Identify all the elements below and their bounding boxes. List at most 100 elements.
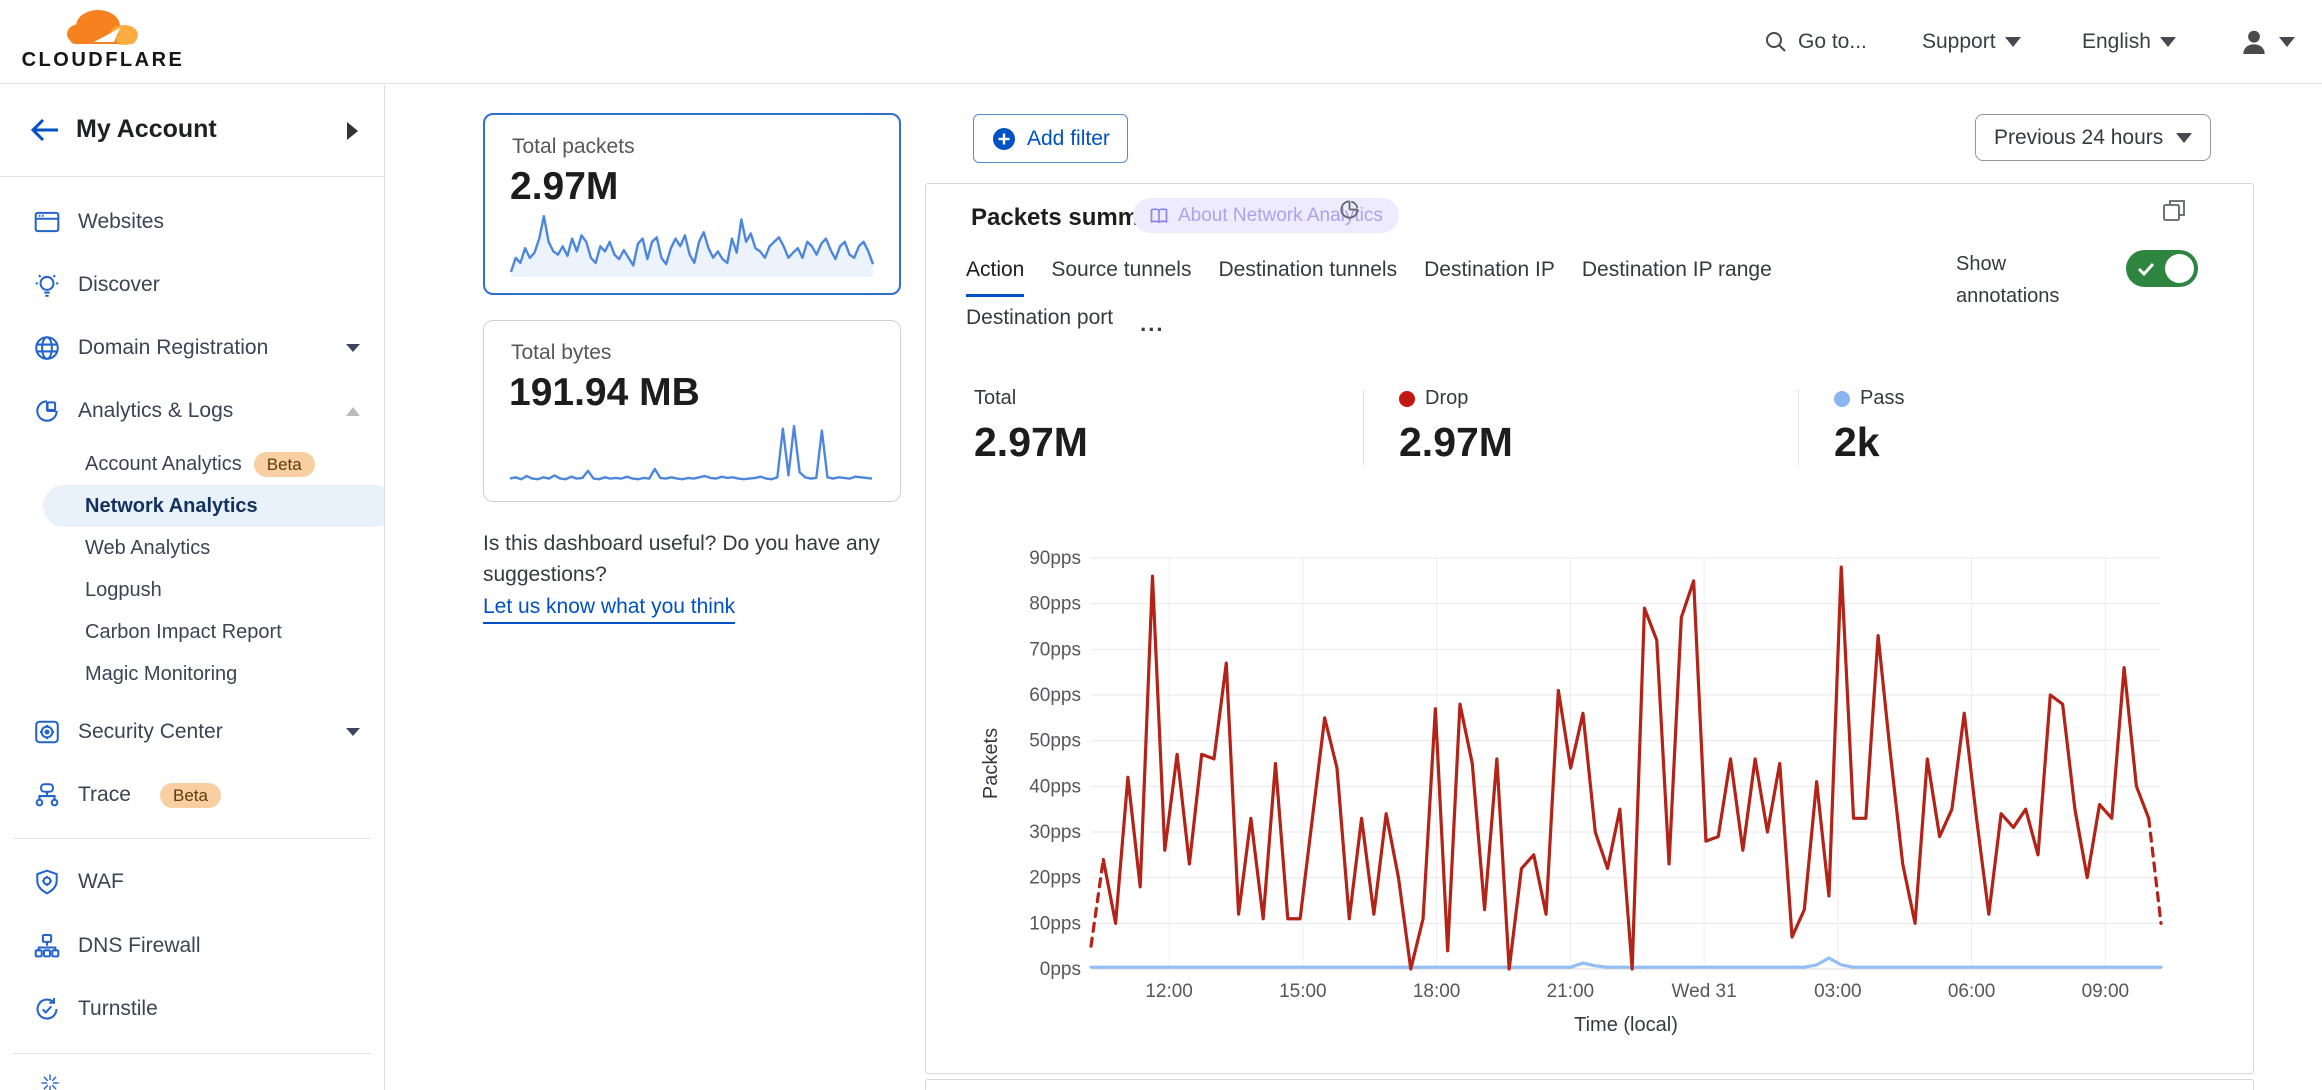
- browser-window-icon: [33, 208, 61, 236]
- packets-time-series-chart[interactable]: 0pps10pps20pps30pps40pps50pps60pps70pps8…: [951, 541, 2201, 1041]
- starburst-icon[interactable]: [36, 1073, 64, 1090]
- goto-search[interactable]: Go to...: [1763, 0, 1867, 84]
- feedback-question: Is this dashboard useful? Do you have an…: [483, 528, 923, 590]
- sidebar-divider: [13, 1053, 371, 1054]
- sidebar-item-discover[interactable]: Discover: [0, 258, 384, 312]
- support-menu[interactable]: Support: [1922, 0, 2021, 84]
- chevron-down-icon: [2005, 37, 2021, 47]
- svg-text:30pps: 30pps: [1029, 822, 1081, 843]
- sidebar-item-account-analytics[interactable]: Account Analytics Beta: [0, 443, 384, 485]
- svg-text:70pps: 70pps: [1029, 639, 1081, 660]
- sidebar-item-carbon-impact-report[interactable]: Carbon Impact Report: [0, 611, 384, 653]
- sidebar-item-security-center[interactable]: Security Center: [0, 705, 384, 759]
- stat-value: 2.97M: [974, 419, 1088, 466]
- sidebar-item-trace[interactable]: Trace Beta: [0, 768, 384, 822]
- sidebar-item-label: Account Analytics: [85, 453, 242, 476]
- card-value: 2.97M: [510, 165, 618, 209]
- packets-summary-panel: Packets summary About Network Analytics …: [925, 183, 2254, 1074]
- account-switcher[interactable]: My Account: [0, 85, 384, 177]
- svg-text:03:00: 03:00: [1814, 981, 1862, 1002]
- language-menu[interactable]: English: [2082, 0, 2176, 84]
- svg-text:10pps: 10pps: [1029, 913, 1081, 934]
- sidebar-item-network-analytics[interactable]: Network Analytics: [0, 485, 384, 527]
- drop-legend-dot: [1399, 391, 1415, 407]
- add-filter-button[interactable]: Add filter: [973, 114, 1128, 163]
- cloudflare-logo[interactable]: CLOUDFLARE: [18, 4, 188, 72]
- chevron-down-icon: [346, 344, 360, 352]
- time-range-dropdown[interactable]: Previous 24 hours: [1975, 114, 2211, 161]
- sidebar-item-label: Analytics & Logs: [78, 399, 233, 423]
- stat-pass: Pass 2k: [1834, 387, 1904, 466]
- svg-text:60pps: 60pps: [1029, 685, 1081, 706]
- chevron-right-icon: [347, 122, 358, 140]
- pie-chart-icon[interactable]: [1337, 197, 1362, 222]
- more-tabs-button[interactable]: ...: [1140, 311, 1164, 337]
- sidebar-item-web-analytics[interactable]: Web Analytics: [0, 527, 384, 569]
- tab-destination-ip[interactable]: Destination IP: [1424, 258, 1555, 297]
- feedback-link[interactable]: Let us know what you think: [483, 591, 735, 624]
- hierarchy-icon: [33, 932, 61, 960]
- total-bytes-card[interactable]: Total bytes 191.94 MB: [483, 320, 901, 502]
- sidebar-item-turnstile[interactable]: Turnstile: [0, 982, 384, 1036]
- expand-panel-icon[interactable]: [2161, 197, 2187, 223]
- stat-divider: [1363, 389, 1364, 465]
- language-label: English: [2082, 30, 2151, 54]
- tab-destination-port[interactable]: Destination port: [966, 306, 1113, 342]
- sidebar-divider: [13, 838, 371, 839]
- add-filter-label: Add filter: [1027, 127, 1110, 151]
- stat-value: 2.97M: [1399, 419, 1513, 466]
- stat-divider: [1798, 389, 1799, 465]
- cloudflare-cloud-icon: [58, 4, 148, 46]
- sidebar-item-label: WAF: [78, 870, 124, 894]
- goto-label: Go to...: [1798, 30, 1867, 54]
- account-menu[interactable]: [2238, 0, 2295, 84]
- sidebar-item-analytics-logs[interactable]: Analytics & Logs: [0, 384, 384, 438]
- sidebar-item-label: Web Analytics: [85, 537, 210, 560]
- svg-text:12:00: 12:00: [1145, 981, 1193, 1002]
- sidebar-item-label: DNS Firewall: [78, 934, 201, 958]
- svg-text:0pps: 0pps: [1040, 959, 1081, 980]
- annotations-toggle[interactable]: [2126, 250, 2198, 287]
- trace-flow-icon: [33, 781, 61, 809]
- lightbulb-icon: [33, 271, 61, 299]
- sidebar-item-magic-monitoring[interactable]: Magic Monitoring: [0, 653, 384, 695]
- tab-source-tunnels[interactable]: Source tunnels: [1051, 258, 1191, 297]
- svg-text:20pps: 20pps: [1029, 868, 1081, 889]
- chevron-down-icon: [2279, 37, 2295, 47]
- sidebar-item-label: Websites: [78, 210, 164, 234]
- stat-label: Pass: [1860, 387, 1904, 410]
- svg-text:Wed 31: Wed 31: [1672, 981, 1737, 1002]
- tab-destination-ip-range[interactable]: Destination IP range: [1582, 258, 1772, 297]
- sidebar-item-websites[interactable]: Websites: [0, 195, 384, 249]
- sidebar-item-dns-firewall[interactable]: DNS Firewall: [0, 919, 384, 973]
- beta-badge: Beta: [160, 783, 221, 808]
- pass-legend-dot: [1834, 391, 1850, 407]
- stat-total: Total 2.97M: [974, 387, 1088, 466]
- total-packets-card[interactable]: Total packets 2.97M: [483, 113, 901, 295]
- back-arrow-icon[interactable]: [28, 115, 62, 145]
- top-header: CLOUDFLARE Go to... Support English: [0, 0, 2322, 84]
- shield-gear-icon: [33, 868, 61, 896]
- svg-text:40pps: 40pps: [1029, 776, 1081, 797]
- chevron-up-icon: [346, 407, 360, 416]
- svg-text:90pps: 90pps: [1029, 548, 1081, 569]
- cloudflare-wordmark: CLOUDFLARE: [18, 49, 188, 72]
- tab-destination-tunnels[interactable]: Destination tunnels: [1218, 258, 1397, 297]
- sidebar-item-waf[interactable]: WAF: [0, 855, 384, 909]
- tab-action[interactable]: Action: [966, 258, 1024, 297]
- sidebar-item-logpush[interactable]: Logpush: [0, 569, 384, 611]
- chevron-down-icon: [2176, 133, 2192, 143]
- stat-label: Drop: [1425, 387, 1468, 410]
- sidebar-item-domain-registration[interactable]: Domain Registration: [0, 321, 384, 375]
- stat-drop: Drop 2.97M: [1399, 387, 1513, 466]
- security-vault-icon: [33, 718, 61, 746]
- dimension-tabs-row2: Destination port ...: [966, 306, 1164, 342]
- sidebar-item-label: Logpush: [85, 579, 162, 602]
- sidebar-item-label: Network Analytics: [85, 495, 258, 518]
- feedback-block: Is this dashboard useful? Do you have an…: [483, 528, 923, 624]
- svg-text:80pps: 80pps: [1029, 594, 1081, 615]
- bytes-sparkline: [506, 417, 876, 489]
- svg-text:15:00: 15:00: [1279, 981, 1327, 1002]
- chevron-down-icon: [346, 728, 360, 736]
- beta-badge: Beta: [254, 452, 315, 477]
